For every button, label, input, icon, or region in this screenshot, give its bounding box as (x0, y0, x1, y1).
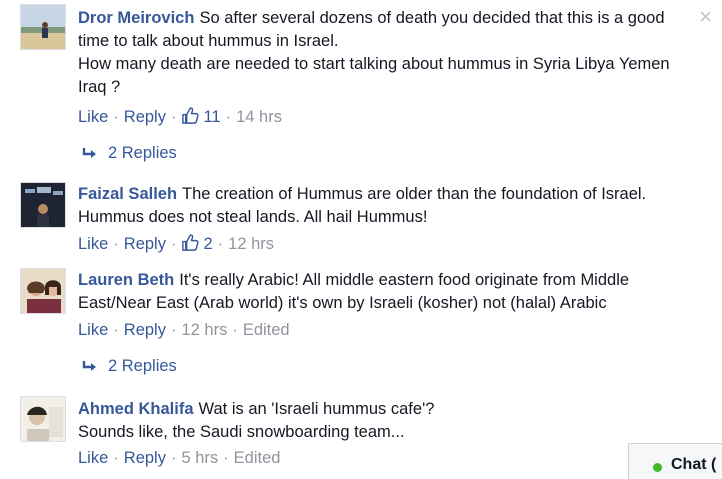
like-count[interactable]: 11 (203, 108, 220, 126)
timestamp[interactable]: 12 hrs (228, 235, 274, 253)
thumbs-up-icon[interactable] (181, 106, 200, 131)
thumbs-up-icon[interactable] (181, 233, 200, 258)
comment-body: Lauren Beth It's really Arabic! All middl… (78, 269, 698, 315)
author-name[interactable]: Faizal Salleh (78, 185, 177, 203)
view-replies-link[interactable]: 2 Replies (82, 142, 177, 166)
reply-link[interactable]: Reply (124, 108, 166, 126)
edited-label[interactable]: Edited (234, 449, 281, 467)
edited-label[interactable]: Edited (243, 321, 290, 339)
view-replies-link[interactable]: 2 Replies (82, 355, 177, 379)
avatar[interactable] (20, 182, 66, 228)
close-icon[interactable]: × (699, 6, 712, 28)
like-link[interactable]: Like (78, 235, 108, 253)
reply-link[interactable]: Reply (124, 321, 166, 339)
comment-body: Faizal Salleh The creation of Hummus are … (78, 183, 698, 229)
comment-text-line2: How many death are needed to start talki… (78, 55, 670, 96)
author-name[interactable]: Lauren Beth (78, 271, 174, 289)
avatar[interactable] (20, 396, 66, 442)
replies-label: 2 Replies (108, 144, 177, 162)
comment-body: Ahmed Khalifa Wat is an 'Israeli hummus c… (78, 398, 698, 444)
avatar[interactable] (20, 268, 66, 314)
author-name[interactable]: Dror Meirovich (78, 9, 194, 27)
reply-link[interactable]: Reply (124, 449, 166, 467)
comment-actions: Like · Reply · 2 · 12 hrs (78, 233, 274, 258)
reply-arrow-icon (82, 144, 98, 166)
author-name[interactable]: Ahmed Khalifa (78, 400, 194, 418)
comment-text: Wat is an 'Israeli hummus cafe'? (198, 400, 435, 418)
reply-link[interactable]: Reply (124, 235, 166, 253)
replies-label: 2 Replies (108, 357, 177, 375)
comment-text-line2: Sounds like, the Saudi snowboarding team… (78, 423, 405, 441)
like-link[interactable]: Like (78, 321, 108, 339)
chat-label: Chat ( (671, 456, 717, 473)
timestamp[interactable]: 12 hrs (181, 321, 227, 339)
reply-arrow-icon (82, 357, 98, 379)
comment-actions: Like · Reply · 11 · 14 hrs (78, 106, 282, 131)
comment-body: Dror Meirovich So after several dozens of… (78, 7, 698, 99)
online-status-icon (653, 463, 662, 472)
avatar[interactable] (20, 4, 66, 50)
timestamp[interactable]: 5 hrs (181, 449, 218, 467)
like-link[interactable]: Like (78, 449, 108, 467)
like-count[interactable]: 2 (203, 235, 212, 253)
timestamp[interactable]: 14 hrs (236, 108, 282, 126)
comment-actions: Like · Reply · 5 hrs · Edited (78, 449, 281, 467)
comment-actions: Like · Reply · 12 hrs · Edited (78, 321, 290, 339)
like-link[interactable]: Like (78, 108, 108, 126)
